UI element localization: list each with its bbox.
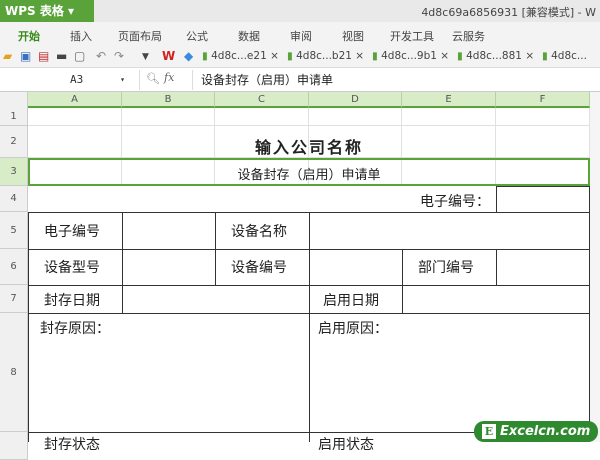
label-e-number[interactable]: 电子编号: [44, 221, 100, 241]
doc-tab[interactable]: ▮ 4d8c...: [542, 50, 587, 62]
cell-border: [496, 249, 497, 285]
label-dept-number[interactable]: 部门编号: [418, 257, 474, 277]
active-cell-selection: [28, 158, 590, 186]
label-device-model[interactable]: 设备型号: [44, 257, 100, 277]
cube-icon[interactable]: ◆: [184, 49, 193, 63]
cell-ref: A3: [70, 73, 84, 86]
menu-cloud[interactable]: 云服务: [452, 28, 485, 44]
sheet-file-icon: ▮: [372, 50, 378, 62]
menu-developer[interactable]: 开发工具: [390, 28, 434, 44]
sheet-file-icon: ▮: [542, 50, 548, 62]
watermark-logo: E Excelcn.com: [474, 421, 598, 442]
save-icon[interactable]: ▣: [20, 49, 31, 63]
menu-home[interactable]: 开始: [18, 28, 40, 44]
row-header[interactable]: 8: [0, 313, 28, 432]
app-menu-button[interactable]: WPS 表格 ▾: [0, 0, 94, 22]
row-header[interactable]: 4: [0, 186, 28, 212]
menu-page-layout[interactable]: 页面布局: [118, 28, 162, 44]
doc-tab-label: 4d8c...881: [466, 50, 522, 62]
open-icon[interactable]: ▰: [3, 49, 12, 63]
e-number-label-top[interactable]: 电子编号：: [310, 191, 490, 211]
menu-view[interactable]: 视图: [342, 28, 364, 44]
doc-tab-label: 4d8c...e21: [211, 50, 267, 62]
zoom-icon[interactable]: 🔍︎: [146, 72, 160, 85]
row-header[interactable]: [0, 432, 28, 460]
company-name[interactable]: 输入公司名称: [28, 134, 590, 158]
dropdown-icon[interactable]: ▼: [142, 52, 149, 62]
doc-tab-label: 4d8c...b21: [296, 50, 352, 62]
cell-border: [496, 186, 590, 187]
undo-icon[interactable]: ↶: [96, 49, 106, 63]
row-header[interactable]: 7: [0, 285, 28, 313]
cell-border: [122, 212, 123, 313]
cell-border: [402, 249, 403, 313]
menu-data[interactable]: 数据: [238, 28, 260, 44]
title-bar: WPS 表格 ▾ 4d8c69a6856931 [兼容模式] - W: [0, 0, 600, 22]
sheet-file-icon: ▮: [202, 50, 208, 62]
row-header[interactable]: 6: [0, 249, 28, 285]
row-header[interactable]: 1: [0, 108, 28, 126]
cell-border: [496, 186, 497, 212]
sheet-file-icon: ▮: [287, 50, 293, 62]
label-enable-reason[interactable]: 启用原因：: [318, 318, 388, 338]
label-seal-status[interactable]: 封存状态: [44, 434, 100, 454]
redo-icon[interactable]: ↷: [114, 49, 124, 63]
doc-tab[interactable]: ▮ 4d8c...881 ×: [457, 50, 534, 62]
row-header[interactable]: 5: [0, 212, 28, 249]
formula-input[interactable]: 设备封存（启用）申请单: [192, 70, 600, 90]
menu-review[interactable]: 审阅: [290, 28, 312, 44]
doc-tab[interactable]: ▮ 4d8c...e21 ×: [202, 50, 279, 62]
doc-tab-label: 4d8c...9b1: [381, 50, 437, 62]
label-device-number[interactable]: 设备编号: [231, 257, 287, 277]
scroll-area: [590, 92, 600, 442]
print-preview-icon[interactable]: ▢: [74, 49, 85, 63]
sheet-file-icon: ▮: [457, 50, 463, 62]
name-box[interactable]: A3 ▾: [0, 70, 140, 90]
label-seal-reason[interactable]: 封存原因：: [40, 318, 110, 338]
chevron-down-icon[interactable]: ▾: [120, 70, 125, 90]
formula-bar: A3 ▾ 🔍︎ fx 设备封存（启用）申请单: [0, 68, 600, 92]
column-header-E[interactable]: E: [402, 92, 496, 108]
fx-icon[interactable]: fx: [164, 71, 174, 84]
export-pdf-icon[interactable]: ▤: [38, 49, 49, 63]
doc-tab-label: 4d8c...: [551, 50, 587, 62]
label-seal-date[interactable]: 封存日期: [44, 290, 100, 310]
column-header-B[interactable]: B: [122, 92, 215, 108]
select-all-corner[interactable]: [0, 92, 28, 108]
watermark-text: Excelcn.com: [500, 424, 591, 439]
label-enable-date[interactable]: 启用日期: [323, 290, 379, 310]
wps-icon[interactable]: W: [162, 49, 175, 63]
label-enable-status[interactable]: 启用状态: [318, 434, 374, 454]
column-header-C[interactable]: C: [215, 92, 309, 108]
doc-tab[interactable]: ▮ 4d8c...9b1 ×: [372, 50, 449, 62]
doc-tab[interactable]: ▮ 4d8c...b21 ×: [287, 50, 364, 62]
menu-bar: 开始 插入 页面布局 公式 数据 审阅 视图 开发工具 云服务: [0, 22, 600, 46]
print-icon[interactable]: ▬: [56, 49, 67, 63]
column-header-D[interactable]: D: [309, 92, 402, 108]
cell-border: [28, 212, 29, 442]
window-title: 4d8c69a6856931 [兼容模式] - W: [421, 6, 596, 19]
cell-border: [589, 186, 590, 442]
column-header-F[interactable]: F: [496, 92, 590, 108]
label-device-name[interactable]: 设备名称: [231, 221, 287, 241]
column-header-A[interactable]: A: [28, 92, 122, 108]
row-header[interactable]: 2: [0, 126, 28, 158]
app-name: WPS 表格: [5, 4, 64, 18]
menu-formulas[interactable]: 公式: [186, 28, 208, 44]
quick-toolbar: ▰ ▣ ▤ ▬ ▢ ↶ ↷ ▼ W ◆ ▮ 4d8c...e21 × ▮ 4d8…: [0, 46, 600, 68]
menu-insert[interactable]: 插入: [70, 28, 92, 44]
cell-border: [215, 212, 216, 285]
gridline: [28, 125, 590, 126]
cell-border: [309, 212, 310, 442]
excel-e-icon: E: [482, 424, 496, 439]
row-header[interactable]: 3: [0, 158, 28, 186]
